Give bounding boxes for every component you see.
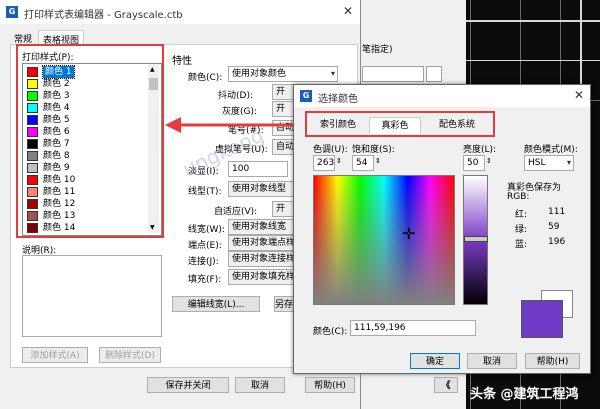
saturation-label: 饱和度(S): [352,145,395,155]
pen-assignment-text: 笔指定) [362,45,393,55]
color-prop-label: 颜色(C): [188,73,223,83]
color-dialog-title: 选择颜色 [318,94,358,105]
endstyle-label: 端点(E): [188,241,222,251]
close-icon[interactable]: ✕ [343,4,353,18]
color-value-label: 颜色(C): [313,327,348,337]
title-bar: G 打印样式表编辑器 - Grayscale.ctb ✕ [0,0,360,24]
color-help-button[interactable]: 帮助(H) [525,353,580,369]
endstyle-select[interactable]: 使用对象端点样 [228,235,294,251]
chevron-down-icon: ▾ [566,158,571,167]
color-cancel-button[interactable]: 取消 [467,353,517,369]
help-button[interactable]: 帮助(H) [305,377,355,393]
linetype-label: 线型(T): [188,187,222,197]
luminance-thumb[interactable] [464,236,488,242]
green-value: 59 [548,222,560,232]
lineweight-label: 线宽(W): [188,225,225,235]
hue-label: 色调(U): [313,145,348,155]
bg-select[interactable] [362,66,424,82]
save-as-button[interactable]: 另存 [274,296,294,312]
color-model-select[interactable]: HSL ▾ [524,155,574,171]
close-icon[interactable]: ✕ [574,88,584,102]
blue-value: 196 [548,237,566,247]
cancel-button[interactable]: 取消 [235,377,285,393]
fill-label: 填充(F): [188,275,222,285]
crosshair-icon: ✛ [402,224,416,243]
chevron-down-icon: ▾ [330,69,335,78]
hue-field[interactable]: 263 [313,155,335,171]
hue-spinner[interactable]: ⇕ [336,157,342,165]
saturation-field[interactable]: 54 [352,155,374,171]
virtual-pen-field[interactable]: 自动 [272,139,294,155]
printer-icon[interactable] [426,66,442,82]
cad-line [460,60,600,61]
saturation-spinner[interactable]: ⇕ [375,157,381,165]
app-icon: G [6,6,18,18]
tab-color-books[interactable]: 配色系统 [427,117,487,133]
description-field[interactable] [22,255,162,337]
adaptive-select[interactable]: 开 [272,201,294,217]
color-tabs: 索引颜色 真彩色 配色系统 [305,111,495,137]
arrow-annotation [165,117,293,133]
joinstyle-label: 连接(J): [188,257,219,267]
luminance-label: 亮度(L): [463,145,497,155]
luminance-slider[interactable] [463,175,488,305]
tab-true-color[interactable]: 真彩色 [369,117,421,134]
rgb-label: RGB: [507,192,530,202]
brand-watermark: 头条 @建筑工程鸿 [466,375,600,409]
color-model-value: HSL [528,158,546,168]
color-value-field[interactable]: 111,59,196 [350,320,476,336]
adaptive-label: 自适应(V): [214,207,258,217]
fill-select[interactable]: 使用对象填充样 [228,269,294,285]
add-style-button[interactable]: 添加样式(A) [22,347,88,363]
tab-index-color[interactable]: 索引颜色 [313,117,363,133]
red-value: 111 [548,207,566,217]
app-icon: G [300,90,312,102]
joinstyle-select[interactable]: 使用对象连接样 [228,251,294,267]
red-label: 红: [515,210,528,220]
linetype-select[interactable]: 使用对象线型 [228,181,294,197]
new-color-sample [521,300,563,338]
save-close-button[interactable]: 保存并关闭 [147,377,229,393]
delete-style-button[interactable]: 删除样式(D) [99,347,161,363]
highlight-box-list [16,44,164,238]
properties-heading: 特性 [172,56,192,67]
color-prop-select[interactable]: 使用对象颜色 ▾ [228,66,338,82]
screening-field[interactable]: 100 [228,161,288,177]
color-spectrum[interactable]: ✛ [313,175,455,305]
ok-button[interactable]: 确定 [410,353,460,369]
green-label: 绿: [515,225,528,235]
window-title: 打印样式表编辑器 - Grayscale.ctb [24,10,183,21]
expand-button[interactable]: 《 [434,377,458,393]
arrow-head [165,117,181,133]
color-prop-value: 使用对象颜色 [232,69,287,79]
cad-line [460,20,600,22]
brand-text: 头条 @建筑工程鸿 [470,387,579,402]
edit-lineweights-button[interactable]: 编辑线宽(L)... [172,296,260,312]
luminance-spinner[interactable]: ⇕ [486,157,492,165]
dither-label: 抖动(D): [218,91,253,101]
color-dialog-title-bar: G 选择颜色 ✕ [294,85,590,107]
color-model-label: 颜色模式(M): [524,145,578,155]
dither-select[interactable]: 开 [272,84,294,100]
luminance-field[interactable]: 50 [463,155,485,171]
lineweight-select[interactable]: 使用对象线宽 [228,219,294,235]
blue-label: 蓝: [515,240,528,250]
